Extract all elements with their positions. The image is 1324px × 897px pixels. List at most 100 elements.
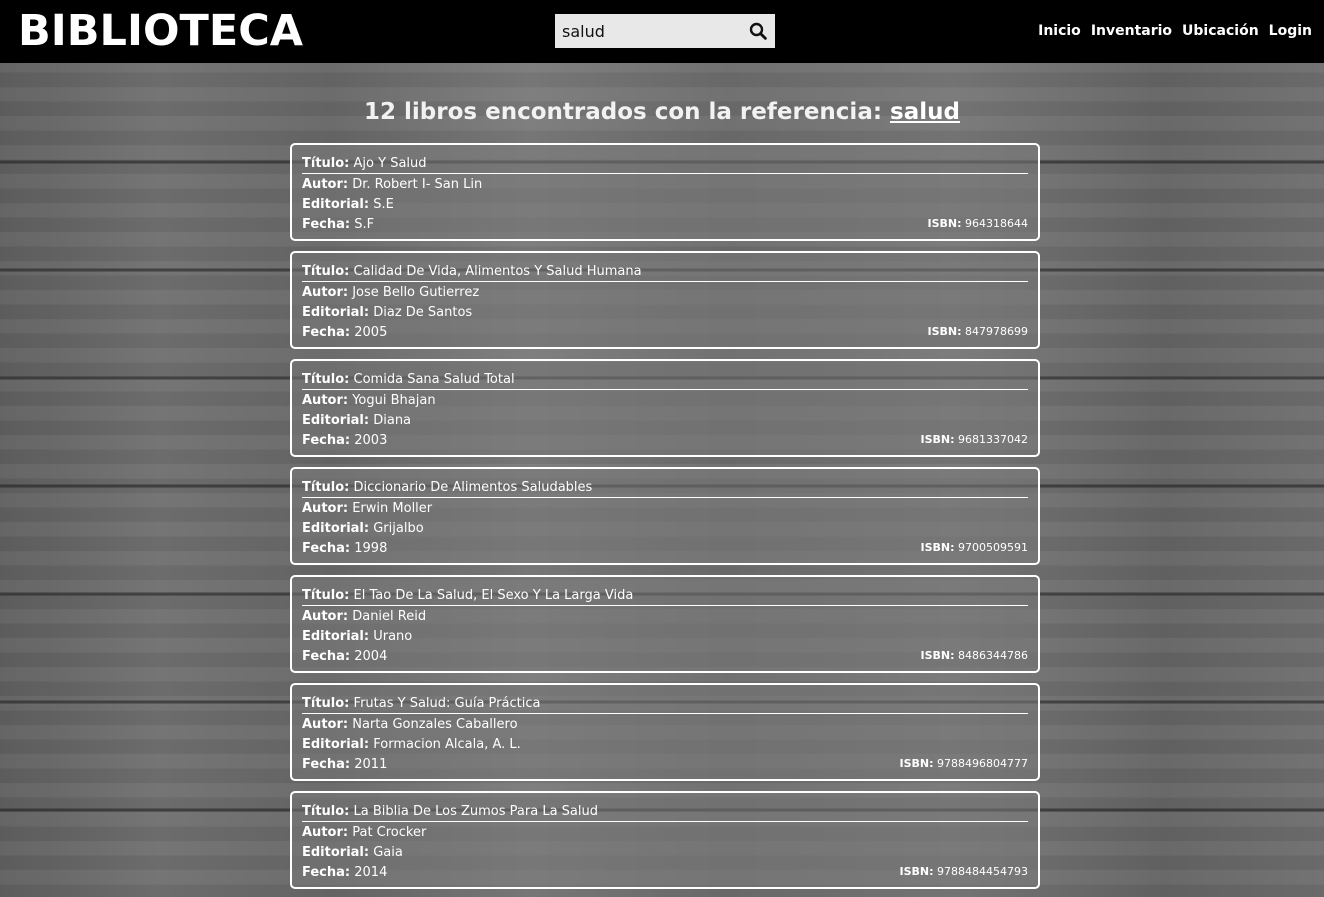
- book-card[interactable]: Título: El Tao De La Salud, El Sexo Y La…: [290, 575, 1040, 673]
- book-card[interactable]: Título: Frutas Y Salud: Guía Práctica Au…: [290, 683, 1040, 781]
- book-author: Pat Crocker: [352, 825, 427, 840]
- isbn-label: ISBN:: [920, 541, 955, 554]
- book-publisher-row: Editorial: Grijalbo: [302, 519, 1028, 539]
- isbn-label: ISBN:: [920, 649, 955, 662]
- title-label: Título:: [302, 804, 350, 819]
- book-author: Narta Gonzales Caballero: [352, 717, 518, 732]
- author-label: Autor:: [302, 501, 349, 516]
- author-label: Autor:: [302, 285, 349, 300]
- book-isbn: ISBN: 8486344786: [920, 649, 1028, 663]
- book-isbn: ISBN: 964318644: [927, 217, 1028, 231]
- book-author: Dr. Robert I- San Lin: [352, 177, 483, 192]
- nav-link-ubicacion[interactable]: Ubicación: [1182, 21, 1259, 41]
- book-author: Jose Bello Gutierrez: [352, 285, 480, 300]
- book-author: Yogui Bhajan: [352, 393, 436, 408]
- date-label: Fecha:: [302, 865, 351, 880]
- book-publisher: Diaz De Santos: [373, 305, 473, 320]
- book-author-row: Autor: Dr. Robert I- San Lin: [302, 175, 1028, 195]
- book-author: Erwin Moller: [352, 501, 433, 516]
- book-title: La Biblia De Los Zumos Para La Salud: [353, 804, 598, 819]
- isbn-value: 8486344786: [958, 649, 1028, 662]
- book-author-row: Autor: Narta Gonzales Caballero: [302, 715, 1028, 735]
- publisher-label: Editorial:: [302, 413, 370, 428]
- book-publisher: Gaia: [373, 845, 403, 860]
- isbn-value: 847978699: [965, 325, 1028, 338]
- book-title: Comida Sana Salud Total: [353, 372, 515, 387]
- book-date: 1998: [354, 541, 388, 556]
- book-title: Diccionario De Alimentos Saludables: [353, 480, 593, 495]
- book-title-row: Título: La Biblia De Los Zumos Para La S…: [302, 802, 1028, 822]
- book-card[interactable]: Título: Comida Sana Salud Total Autor: Y…: [290, 359, 1040, 457]
- nav-link-login[interactable]: Login: [1269, 21, 1312, 41]
- title-label: Título:: [302, 264, 350, 279]
- book-title-row: Título: Comida Sana Salud Total: [302, 370, 1028, 390]
- publisher-label: Editorial:: [302, 521, 370, 536]
- book-card[interactable]: Título: La Biblia De Los Zumos Para La S…: [290, 791, 1040, 889]
- book-publisher-row: Editorial: S.E: [302, 195, 1028, 215]
- date-label: Fecha:: [302, 757, 351, 772]
- search-input[interactable]: [555, 14, 735, 48]
- isbn-label: ISBN:: [920, 433, 955, 446]
- book-date-row: Fecha: 2005: [302, 323, 1028, 343]
- author-label: Autor:: [302, 825, 349, 840]
- book-card[interactable]: Título: Diccionario De Alimentos Saludab…: [290, 467, 1040, 565]
- book-publisher-row: Editorial: Diaz De Santos: [302, 303, 1028, 323]
- date-label: Fecha:: [302, 217, 351, 232]
- isbn-label: ISBN:: [899, 757, 934, 770]
- publisher-label: Editorial:: [302, 629, 370, 644]
- book-publisher-row: Editorial: Gaia: [302, 843, 1028, 863]
- main-nav: Inicio Inventario Ubicación Login: [1038, 21, 1312, 41]
- book-publisher-row: Editorial: Formacion Alcala, A. L.: [302, 735, 1028, 755]
- book-isbn: ISBN: 9700509591: [920, 541, 1028, 555]
- book-results-list: Título: Ajo Y Salud Autor: Dr. Robert I-…: [290, 143, 1040, 897]
- book-publisher: S.E: [373, 197, 394, 212]
- isbn-label: ISBN:: [899, 865, 934, 878]
- book-title-row: Título: Ajo Y Salud: [302, 154, 1028, 174]
- author-label: Autor:: [302, 393, 349, 408]
- book-isbn: ISBN: 9681337042: [920, 433, 1028, 447]
- book-author: Daniel Reid: [352, 609, 427, 624]
- book-card[interactable]: Título: Ajo Y Salud Autor: Dr. Robert I-…: [290, 143, 1040, 241]
- book-date-row: Fecha: 2003: [302, 431, 1028, 451]
- book-isbn: ISBN: 9788496804777: [900, 757, 1029, 771]
- book-author-row: Autor: Erwin Moller: [302, 499, 1028, 519]
- author-label: Autor:: [302, 717, 349, 732]
- book-date: 2014: [354, 865, 388, 880]
- book-publisher: Diana: [373, 413, 412, 428]
- title-label: Título:: [302, 480, 350, 495]
- results-heading: 12 libros encontrados con la referencia:…: [0, 95, 1324, 129]
- book-date-row: Fecha: 2004: [302, 647, 1028, 667]
- isbn-value: 9700509591: [958, 541, 1028, 554]
- nav-link-inicio[interactable]: Inicio: [1038, 21, 1081, 41]
- book-isbn: ISBN: 847978699: [927, 325, 1028, 339]
- book-title-row: Título: El Tao De La Salud, El Sexo Y La…: [302, 586, 1028, 606]
- book-date: 2003: [354, 433, 388, 448]
- publisher-label: Editorial:: [302, 197, 370, 212]
- book-date: 2004: [354, 649, 388, 664]
- book-author-row: Autor: Daniel Reid: [302, 607, 1028, 627]
- book-publisher-row: Editorial: Urano: [302, 627, 1028, 647]
- author-label: Autor:: [302, 609, 349, 624]
- book-publisher: Formacion Alcala, A. L.: [373, 737, 521, 752]
- search-icon: [749, 22, 767, 40]
- publisher-label: Editorial:: [302, 845, 370, 860]
- book-card[interactable]: Título: Calidad De Vida, Alimentos Y Sal…: [290, 251, 1040, 349]
- book-title-row: Título: Calidad De Vida, Alimentos Y Sal…: [302, 262, 1028, 282]
- book-title: Calidad De Vida, Alimentos Y Salud Human…: [353, 264, 642, 279]
- search-term-link[interactable]: salud: [890, 99, 960, 125]
- site-logo-title[interactable]: BIBLIOTECA: [18, 5, 303, 57]
- book-date: 2005: [354, 325, 388, 340]
- title-label: Título:: [302, 372, 350, 387]
- book-title: El Tao De La Salud, El Sexo Y La Larga V…: [353, 588, 634, 603]
- title-label: Título:: [302, 696, 350, 711]
- author-label: Autor:: [302, 177, 349, 192]
- isbn-value: 9681337042: [958, 433, 1028, 446]
- isbn-value: 9788496804777: [937, 757, 1028, 770]
- title-label: Título:: [302, 156, 350, 171]
- date-label: Fecha:: [302, 649, 351, 664]
- search-button[interactable]: [741, 14, 775, 48]
- nav-link-inventario[interactable]: Inventario: [1091, 21, 1172, 41]
- book-title: Ajo Y Salud: [353, 156, 427, 171]
- publisher-label: Editorial:: [302, 305, 370, 320]
- title-label: Título:: [302, 588, 350, 603]
